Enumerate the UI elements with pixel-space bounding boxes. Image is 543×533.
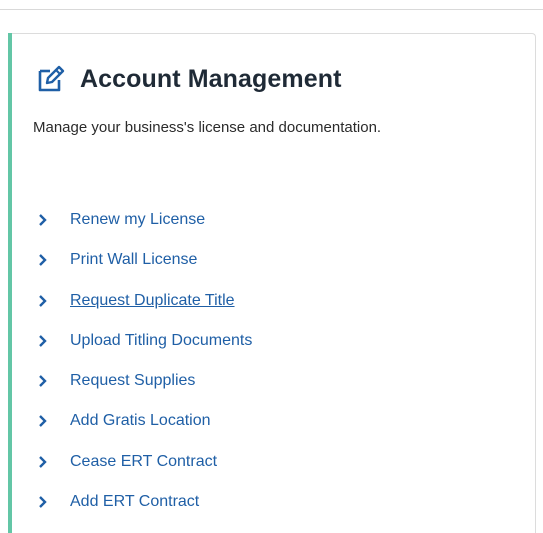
top-divider (0, 9, 543, 10)
request-supplies-link[interactable]: Request Supplies (70, 370, 195, 392)
chevron-right-icon (38, 455, 48, 469)
card-description: Manage your business's license and docum… (33, 119, 382, 136)
list-item-add-gratis-location[interactable]: Add Gratis Location (38, 410, 252, 450)
list-item-cease-ert-contract[interactable]: Cease ERT Contract (38, 451, 252, 491)
chevron-right-icon (38, 334, 48, 348)
chevron-right-icon (38, 294, 48, 308)
card-header: Account Management (35, 63, 342, 95)
chevron-right-icon (38, 374, 48, 388)
print-wall-license-link[interactable]: Print Wall License (70, 249, 197, 271)
list-item-request-duplicate-title[interactable]: Request Duplicate Title (38, 290, 252, 330)
list-item-renew-license[interactable]: Renew my License (38, 209, 252, 249)
edit-square-icon (35, 63, 67, 95)
list-item-request-supplies[interactable]: Request Supplies (38, 370, 252, 410)
account-links-list: Renew my License Print Wall License Requ… (38, 209, 252, 531)
cease-ert-contract-link[interactable]: Cease ERT Contract (70, 451, 217, 473)
renew-license-link[interactable]: Renew my License (70, 209, 205, 231)
chevron-right-icon (38, 414, 48, 428)
add-ert-contract-link[interactable]: Add ERT Contract (70, 491, 199, 513)
card-title: Account Management (80, 64, 342, 93)
upload-titling-documents-link[interactable]: Upload Titling Documents (70, 330, 252, 352)
chevron-right-icon (38, 253, 48, 267)
add-gratis-location-link[interactable]: Add Gratis Location (70, 410, 211, 432)
list-item-add-ert-contract[interactable]: Add ERT Contract (38, 491, 252, 531)
chevron-right-icon (38, 495, 48, 509)
list-item-print-wall-license[interactable]: Print Wall License (38, 249, 252, 289)
chevron-right-icon (38, 213, 48, 227)
request-duplicate-title-link[interactable]: Request Duplicate Title (70, 290, 235, 312)
card-accent-bar (8, 33, 12, 533)
list-item-upload-titling-documents[interactable]: Upload Titling Documents (38, 330, 252, 370)
